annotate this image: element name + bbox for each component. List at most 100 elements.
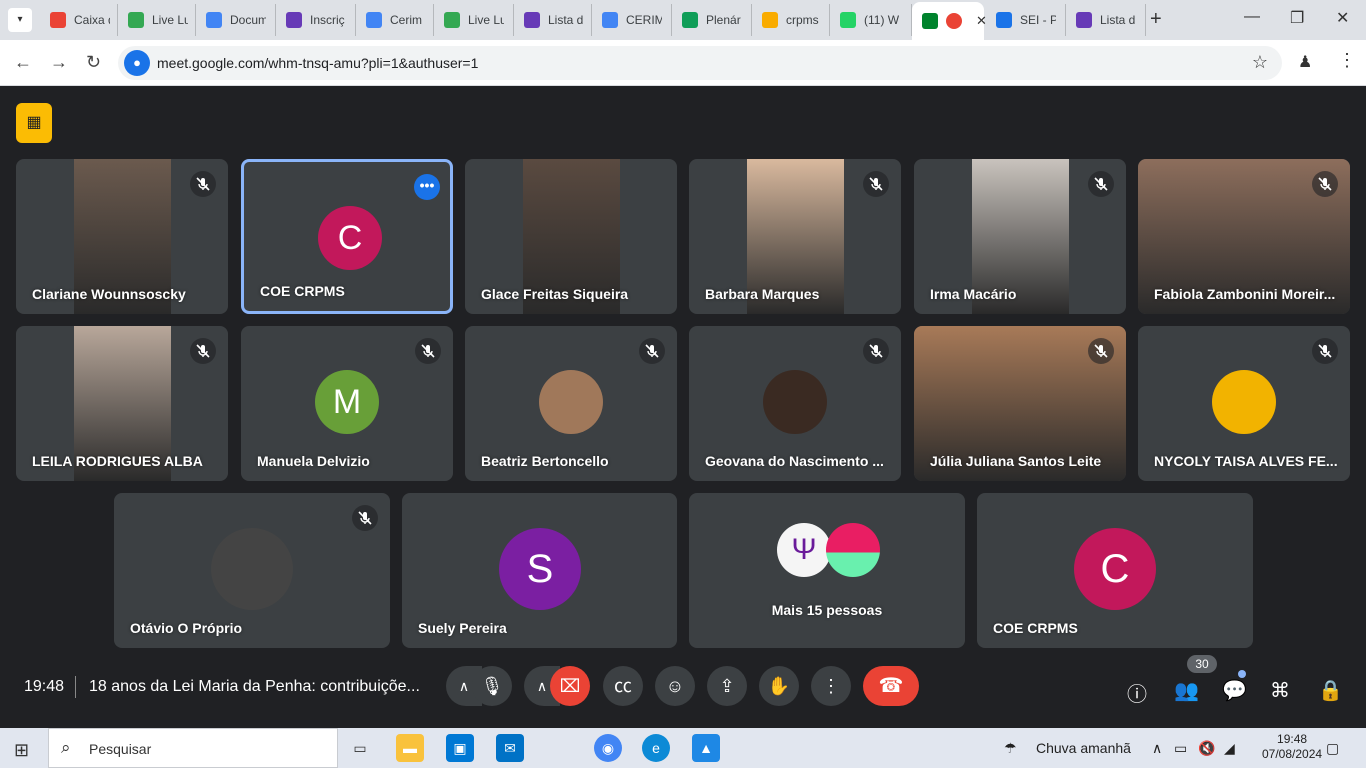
captions-off-icon[interactable]: ▦ bbox=[16, 103, 52, 143]
meeting-time: 19:48 bbox=[24, 678, 65, 695]
battery-icon[interactable]: ▭ bbox=[1174, 740, 1187, 757]
bookmark-star-icon[interactable]: ☆ bbox=[1252, 52, 1268, 73]
participant-avatar: C bbox=[318, 206, 382, 270]
minimize-button[interactable]: — bbox=[1244, 8, 1260, 26]
browser-tab[interactable]: Inscriç bbox=[276, 4, 356, 36]
tab-label: Cerim bbox=[390, 13, 422, 27]
weather-text[interactable]: Chuva amanhã bbox=[1036, 740, 1131, 756]
windows-start-icon[interactable]: ⊞ bbox=[14, 740, 29, 761]
browser-tab[interactable]: Lista d bbox=[514, 4, 592, 36]
activities-icon[interactable]: ⌘ bbox=[1270, 678, 1290, 703]
participant-tile[interactable]: Geovana do Nascimento ... bbox=[689, 326, 901, 481]
microphone-button[interactable]: 🎙 bbox=[472, 666, 512, 706]
participant-name: Júlia Juliana Santos Leite bbox=[930, 453, 1102, 469]
browser-tab[interactable]: Live Lu bbox=[434, 4, 514, 36]
clock-date: 07/08/2024 bbox=[1262, 747, 1323, 761]
mic-muted-icon bbox=[1312, 171, 1338, 197]
microphone-icon[interactable]: ● bbox=[124, 50, 150, 76]
tab-label: Live Lu bbox=[468, 13, 504, 27]
mic-muted-icon bbox=[352, 505, 378, 531]
participant-tile[interactable]: M Manuela Delvizio bbox=[241, 326, 453, 481]
browser-tab[interactable]: ✕ bbox=[912, 2, 987, 40]
participant-tile[interactable]: Júlia Juliana Santos Leite bbox=[914, 326, 1126, 481]
participant-tile[interactable]: Barbara Marques bbox=[689, 159, 901, 314]
taskbar-search[interactable]: ⌕ Pesquisar bbox=[48, 728, 338, 768]
network-icon[interactable]: ◢ bbox=[1224, 740, 1235, 757]
task-view-icon[interactable]: ▭ bbox=[346, 734, 374, 762]
back-button[interactable]: ← bbox=[14, 52, 32, 73]
leave-call-button[interactable]: ☎ bbox=[863, 666, 919, 706]
people-icon[interactable]: 👥 bbox=[1174, 678, 1199, 703]
omnibox[interactable]: ● meet.google.com/whm-tnsq-amu?pli=1&aut… bbox=[118, 46, 1282, 80]
raise-hand-button[interactable]: ✋ bbox=[759, 666, 799, 706]
tab-label: Lista d bbox=[1100, 13, 1136, 27]
chrome-icon[interactable]: ◉ bbox=[594, 734, 622, 762]
browser-tab[interactable]: (11) W bbox=[830, 4, 912, 36]
edge-icon[interactable]: e bbox=[642, 734, 670, 762]
browser-tab[interactable]: Cerim bbox=[356, 4, 434, 36]
present-screen-button[interactable]: ⇪ bbox=[707, 666, 747, 706]
participant-name: LEILA RODRIGUES ALBA bbox=[32, 453, 203, 469]
participant-tile[interactable]: Glace Freitas Siqueira bbox=[465, 159, 677, 314]
address-bar: ← → ↻ ● meet.google.com/whm-tnsq-amu?pli… bbox=[0, 40, 1366, 86]
participant-tile[interactable]: Otávio O Próprio bbox=[114, 493, 390, 648]
browser-tab[interactable]: CERIM bbox=[592, 4, 672, 36]
profile-icon[interactable]: ♟ bbox=[1298, 52, 1312, 72]
participant-tile[interactable]: Clariane Wounnsoscky bbox=[16, 159, 228, 314]
participant-tile[interactable]: Irma Macário bbox=[914, 159, 1126, 314]
tab-label: Docum bbox=[230, 13, 266, 27]
participant-tile[interactable]: NYCOLY TAISA ALVES FE... bbox=[1138, 326, 1350, 481]
tray-chevron-icon[interactable]: ∧ bbox=[1152, 740, 1162, 757]
tab-search-dropdown[interactable]: ▾ bbox=[8, 8, 32, 32]
participant-name: NYCOLY TAISA ALVES FE... bbox=[1154, 453, 1338, 469]
browser-tab[interactable]: crpms bbox=[752, 4, 830, 36]
tab-label: SEI - P bbox=[1020, 13, 1056, 27]
participant-tile[interactable]: Ψ Mais 15 pessoas bbox=[689, 493, 965, 648]
participant-avatar: S bbox=[499, 528, 581, 610]
forward-button[interactable]: → bbox=[50, 52, 68, 73]
meet-icon bbox=[922, 13, 938, 29]
calendar-icon bbox=[762, 12, 778, 28]
tab-label: Inscriç bbox=[310, 13, 345, 27]
chat-icon[interactable]: 💬 bbox=[1222, 678, 1247, 703]
microsoft-store-icon[interactable]: ▣ bbox=[446, 734, 474, 762]
participant-tile[interactable]: C COE CRPMS bbox=[977, 493, 1253, 648]
system-clock[interactable]: 19:48 07/08/2024 bbox=[1262, 732, 1322, 762]
participant-tile[interactable]: S Suely Pereira bbox=[402, 493, 677, 648]
mail-icon[interactable]: ✉ bbox=[496, 734, 524, 762]
close-window-button[interactable]: ✕ bbox=[1336, 8, 1349, 28]
emoji-reaction-button[interactable]: ☺ bbox=[655, 666, 695, 706]
browser-menu-icon[interactable]: ⋮ bbox=[1338, 50, 1356, 71]
file-explorer-icon[interactable]: ▬ bbox=[396, 734, 424, 762]
participant-tile[interactable]: Beatriz Bertoncello bbox=[465, 326, 677, 481]
participant-tile[interactable]: LEILA RODRIGUES ALBA bbox=[16, 326, 228, 481]
participant-name: Fabiola Zambonini Moreir... bbox=[1154, 286, 1336, 302]
new-tab-button[interactable]: + bbox=[1150, 8, 1162, 31]
camera-off-button[interactable]: ⌧ bbox=[550, 666, 590, 706]
photos-icon[interactable]: ▲ bbox=[692, 734, 720, 762]
maximize-button[interactable]: ❐ bbox=[1290, 8, 1304, 28]
mic-muted-icon bbox=[639, 338, 665, 364]
browser-tab[interactable]: SEI - P bbox=[986, 4, 1066, 36]
browser-tab[interactable]: Lista d bbox=[1066, 4, 1146, 36]
more-options-button[interactable]: ⋮ bbox=[811, 666, 851, 706]
url-text[interactable]: meet.google.com/whm-tnsq-amu?pli=1&authu… bbox=[157, 55, 478, 71]
browser-tab[interactable]: Docum bbox=[196, 4, 276, 36]
notifications-icon[interactable]: ▢ bbox=[1326, 740, 1339, 757]
participant-tile[interactable]: C COE CRPMS ••• bbox=[241, 159, 453, 314]
participant-tile[interactable]: Fabiola Zambonini Moreir... bbox=[1138, 159, 1350, 314]
reload-button[interactable]: ↻ bbox=[86, 52, 101, 73]
mic-muted-icon bbox=[1088, 338, 1114, 364]
weather-icon[interactable]: ☂ bbox=[1004, 740, 1017, 757]
tab-label: Lista d bbox=[548, 13, 584, 27]
participant-avatar: C bbox=[1074, 528, 1156, 610]
browser-tab[interactable]: Caixa d bbox=[40, 4, 118, 36]
host-controls-icon[interactable]: 🔒 bbox=[1318, 678, 1343, 703]
browser-tab[interactable]: Live Lu bbox=[118, 4, 196, 36]
meeting-info-icon[interactable]: ⓘ bbox=[1127, 678, 1147, 707]
browser-tab[interactable]: Plenár bbox=[672, 4, 752, 36]
tile-more-options-icon[interactable]: ••• bbox=[414, 174, 440, 200]
volume-muted-icon[interactable]: 🔇 bbox=[1198, 740, 1215, 757]
captions-button[interactable]: ㏄ bbox=[603, 666, 643, 706]
mic-muted-icon bbox=[1312, 338, 1338, 364]
